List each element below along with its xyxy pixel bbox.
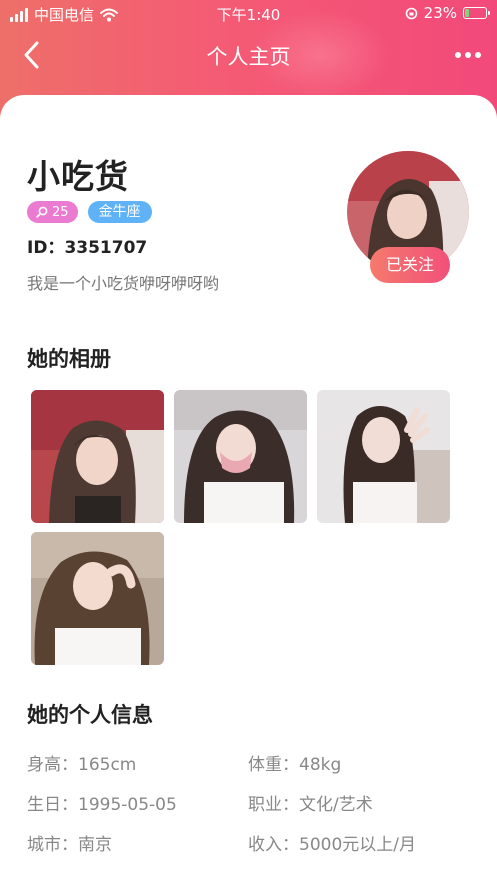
- profile-screen: 中国电信 下午1:40 23% 个人主页 小吃货 25 金牛座 ID：33517…: [0, 0, 497, 883]
- info-label: 职业：: [248, 795, 299, 815]
- album-title: 她的相册: [27, 347, 111, 371]
- status-right: 23%: [405, 4, 490, 22]
- battery-icon: [463, 7, 490, 19]
- album-photo[interactable]: [31, 390, 164, 523]
- level-value: 25: [52, 204, 69, 220]
- level-badge: 25: [27, 201, 78, 223]
- info-label: 生日：: [27, 795, 78, 815]
- profile-name: 小吃货: [27, 157, 129, 196]
- info-value: 48kg: [299, 755, 342, 775]
- profile-card: 小吃货 25 金牛座 ID：3351707 我是一个小吃货咿呀咿呀哟 已关注 她…: [0, 95, 497, 883]
- info-occupation: 职业：文化/艺术: [248, 790, 373, 815]
- more-button[interactable]: [451, 40, 485, 70]
- profile-tags: 25 金牛座: [27, 201, 152, 223]
- page-title: 个人主页: [206, 45, 291, 69]
- info-value: 1995-05-05: [78, 795, 177, 815]
- album-photo[interactable]: [174, 390, 307, 523]
- album-photo[interactable]: [317, 390, 450, 523]
- info-weight: 体重：48kg: [248, 750, 341, 775]
- user-id-value: 3351707: [64, 238, 148, 258]
- photo-image: [31, 532, 164, 665]
- more-dot-icon: [475, 52, 481, 58]
- battery-percent: 23%: [423, 4, 457, 22]
- photo-image: [317, 390, 450, 523]
- photo-image: [174, 390, 307, 523]
- info-city: 城市：南京: [27, 830, 112, 855]
- user-id-label: ID：: [27, 238, 65, 258]
- status-bar: 中国电信 下午1:40 23%: [0, 0, 497, 28]
- info-height: 身高：165cm: [27, 750, 136, 775]
- info-birthday: 生日：1995-05-05: [27, 790, 177, 815]
- rotation-lock-icon: [405, 7, 417, 19]
- zodiac-badge: 金牛座: [87, 201, 152, 223]
- info-label: 城市：: [27, 835, 78, 855]
- info-label: 体重：: [248, 755, 299, 775]
- more-dot-icon: [455, 52, 461, 58]
- nav-bar: 个人主页: [0, 32, 497, 78]
- more-dot-icon: [465, 52, 471, 58]
- info-value: 南京: [78, 835, 112, 855]
- search-level-icon: [36, 206, 48, 218]
- info-label: 收入：: [248, 835, 299, 855]
- album-photo[interactable]: [31, 532, 164, 665]
- info-income: 收入：5000元以上/月: [248, 830, 416, 855]
- follow-button[interactable]: 已关注: [370, 247, 450, 283]
- battery-fill: [465, 9, 469, 17]
- info-label: 身高：: [27, 755, 78, 775]
- photo-image: [31, 390, 164, 523]
- info-value: 165cm: [78, 755, 137, 775]
- info-value: 5000元以上/月: [299, 835, 416, 855]
- profile-bio: 我是一个小吃货咿呀咿呀哟: [27, 274, 220, 293]
- info-value: 文化/艺术: [299, 795, 373, 815]
- user-id: ID：3351707: [27, 233, 147, 258]
- info-title: 她的个人信息: [27, 703, 153, 727]
